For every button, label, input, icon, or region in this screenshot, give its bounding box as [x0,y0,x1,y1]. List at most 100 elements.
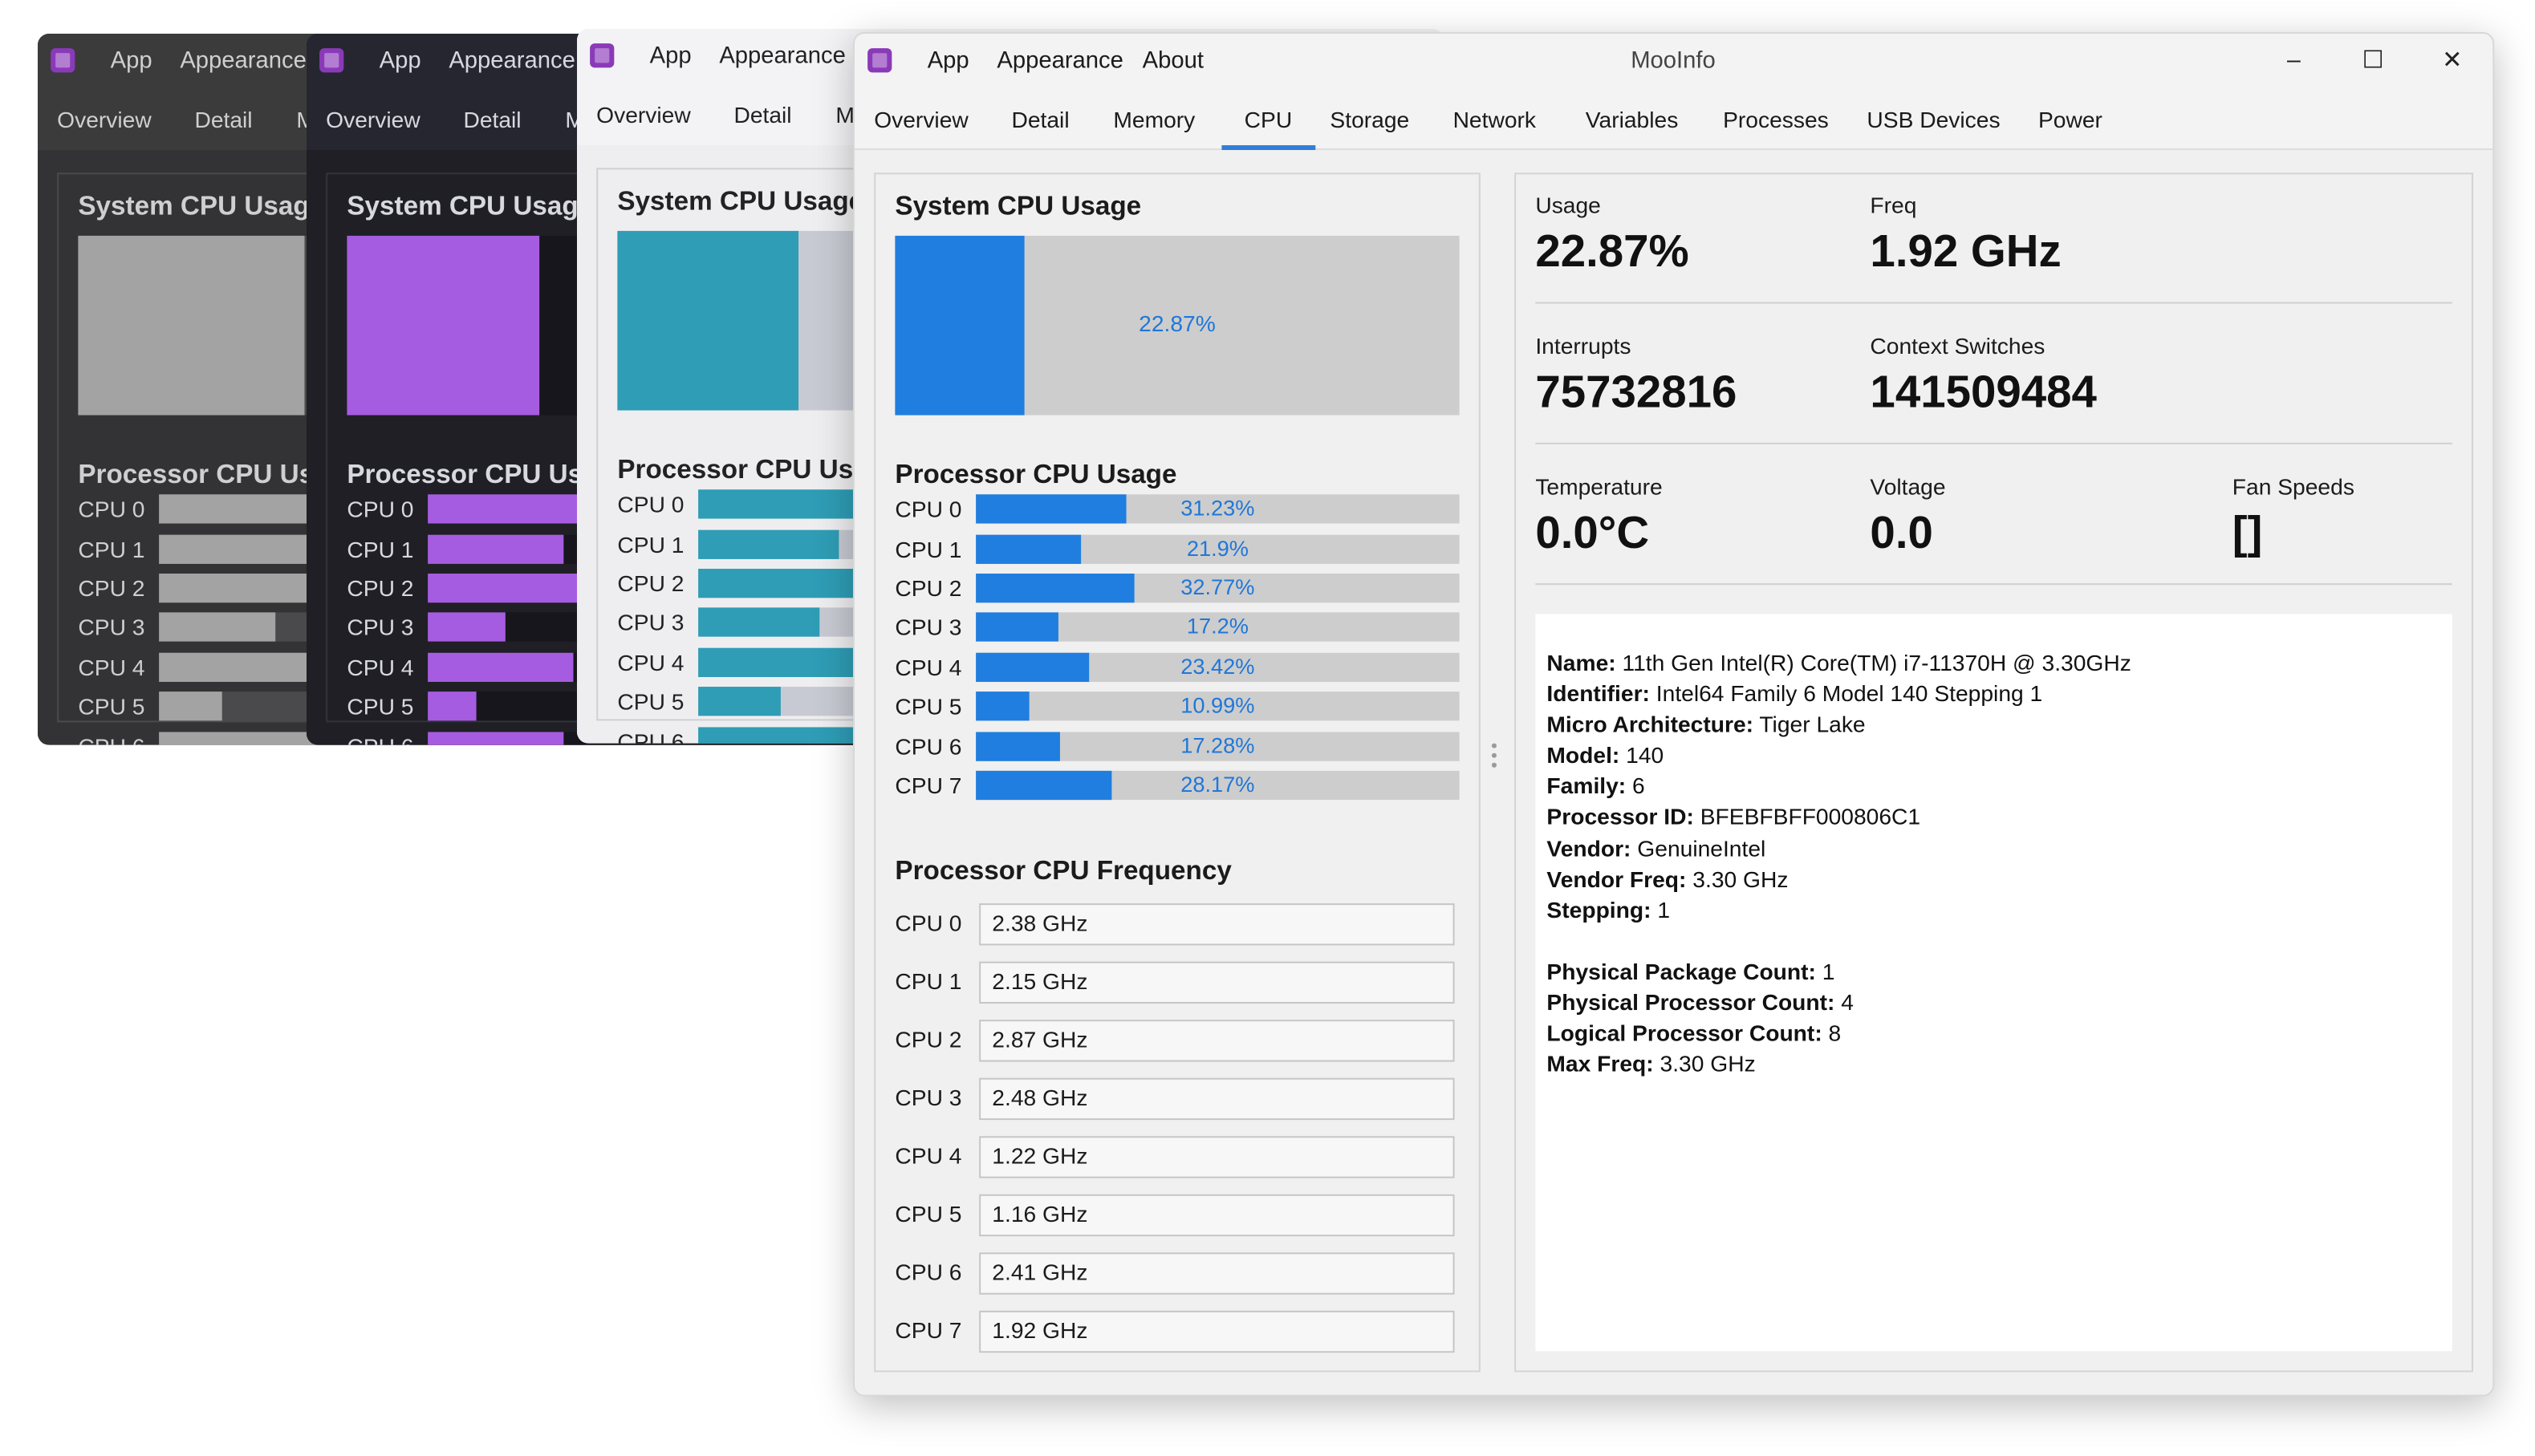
cpu-usage-row: CPU 5 10.99% [895,691,1460,721]
tab-overview[interactable]: Overview [326,107,420,132]
cpu-usage-row: CPU 2 32.77% [895,574,1460,603]
cpu-freq-label: CPU 5 [895,1200,962,1227]
info-key: Stepping: [1546,896,1651,923]
cpu-usage-label: CPU 5 [895,693,962,720]
title-bar[interactable]: App Appearance About MooInfo – ☐ ✕ [855,34,2493,91]
cpu-freq-field[interactable]: 2.41 GHz [979,1252,1455,1295]
menu-appearance[interactable]: Appearance [449,48,575,74]
cpu-usage-label: CPU 1 [895,536,962,562]
cpu-freq-label: CPU 0 [895,910,962,936]
minimize-icon[interactable]: – [2276,43,2311,79]
menu-app[interactable]: App [111,48,152,74]
cpu-usage-row: CPU 7 28.17% [895,770,1460,801]
info-value: BFEBFBFF000806C1 [1700,804,1921,830]
tab-processes[interactable]: Processes [1723,107,1829,132]
cpu-chip-icon [319,48,344,73]
menu-about[interactable]: About [1143,48,1204,74]
stat-interrupts: Interrupts 75732816 [1535,333,1737,419]
info-key: Physical Package Count: [1546,958,1816,984]
stat-temp: Temperature 0.0°C [1535,473,1662,559]
cpu-freq-field[interactable]: 1.92 GHz [979,1310,1455,1353]
info-line: Vendor: GenuineIntel [1546,833,2440,864]
cpu-usage-bar: 10.99% [976,691,1460,721]
cpu-usage-value: 31.23% [1180,496,1255,521]
cpu-usage-label: CPU 6 [78,733,159,744]
menu-appearance[interactable]: Appearance [719,43,846,69]
menu-app[interactable]: App [650,43,692,69]
info-value: 3.30 GHz [1660,1050,1756,1077]
cpu-usage-label: CPU 3 [78,614,145,640]
cpu-usage-fill [428,612,506,642]
info-line: Model: 140 [1546,740,2440,771]
stat-freq-value: 1.92 GHz [1870,225,2062,277]
tab-detail[interactable]: Detail [194,107,252,132]
cpu-usage-fill [428,691,477,721]
info-key: Physical Processor Count: [1546,988,1835,1015]
tab-storage[interactable]: Storage [1330,107,1409,132]
cpu-usage-label: CPU 0 [347,496,414,522]
cpu-freq-row: CPU 6 2.41 GHz [895,1252,1460,1295]
cpu-usage-bar: 32.77% [976,574,1460,603]
cpu-usage-label: CPU 5 [617,688,685,715]
cpu-usage-row: CPU 0 31.23% [895,494,1460,524]
cpu-usage-row: CPU 4 23.42% [895,652,1460,683]
cpu-usage-bar: 17.2% [976,612,1460,642]
system-cpu-usage-fill [78,235,304,416]
cpu-freq-field[interactable]: 2.87 GHz [979,1020,1455,1062]
menu-app[interactable]: App [928,48,969,74]
cpu-freq-label: CPU 1 [895,967,962,994]
cpu-usage-value: 17.2% [1186,614,1249,639]
cpu-freq-row: CPU 2 2.87 GHz [895,1020,1460,1062]
system-cpu-usage-value: 22.87% [1139,310,1216,336]
panel-splitter[interactable] [1491,743,1498,776]
system-cpu-usage-fill [617,230,798,411]
tab-detail[interactable]: Detail [463,107,521,132]
menu-app[interactable]: App [380,48,421,74]
tab-detail[interactable]: Detail [733,102,791,128]
cpu-freq-field[interactable]: 1.22 GHz [979,1136,1455,1178]
stat-volt: Voltage 0.0 [1870,473,1945,559]
cpu-usage-label: CPU 4 [895,654,962,681]
stat-fan-value: [] [2232,507,2263,558]
close-icon[interactable]: ✕ [2435,43,2470,79]
cpu-usage-fill [428,534,563,564]
stat-usage-value: 22.87% [1535,225,1689,277]
tab-usb-devices[interactable]: USB Devices [1867,107,2000,132]
info-line: Physical Processor Count: 4 [1546,988,2440,1018]
cpu-freq-field[interactable]: 2.38 GHz [979,903,1455,946]
tab-memory[interactable]: Memory [1113,107,1195,132]
menu-appearance[interactable]: Appearance [180,48,307,74]
info-value: GenuineIntel [1637,834,1766,861]
info-key: Vendor: [1546,834,1631,861]
cpu-details-panel: Usage 22.87% Freq 1.92 GHz Interrupts 7573281… [1514,172,2474,1372]
cpu-freq-field[interactable]: 2.15 GHz [979,961,1455,1004]
info-value: 4 [1841,988,1855,1015]
info-key: Max Freq: [1546,1050,1654,1077]
stat-temp-value: 0.0°C [1535,507,1650,558]
cpu-usage-label: CPU 2 [617,570,685,597]
tab-variables[interactable]: Variables [1586,107,1679,132]
stat-ctx-value: 141509484 [1870,367,2097,417]
tab-power[interactable]: Power [2038,107,2102,132]
tab-overview[interactable]: Overview [57,107,152,132]
menu-appearance[interactable]: Appearance [997,48,1123,74]
cpu-usage-label: CPU 6 [895,733,962,760]
stat-interrupts-label: Interrupts [1535,332,1631,359]
tab-network[interactable]: Network [1453,107,1536,132]
cpu-freq-field[interactable]: 2.48 GHz [979,1077,1455,1121]
tab-cpu[interactable]: CPU [1221,107,1314,151]
info-line: Physical Package Count: 1 [1546,956,2440,987]
cpu-freq-field[interactable]: 1.16 GHz [979,1194,1455,1237]
stat-divider [1535,442,2452,444]
cpu-usage-label: CPU 2 [78,575,145,602]
cpu-freq-row: CPU 4 1.22 GHz [895,1136,1460,1178]
cpu-usage-fill [698,687,781,716]
tab-detail[interactable]: Detail [1011,107,1069,132]
stat-fan-label: Fan Speeds [2232,473,2354,500]
tab-overview[interactable]: Overview [596,102,691,128]
processor-cpu-usage-title: Processor CPU Usage [895,460,1177,490]
cpu-usage-bar: 23.42% [976,652,1460,683]
cpu-freq-row: CPU 5 1.16 GHz [895,1194,1460,1237]
maximize-icon[interactable]: ☐ [2355,43,2391,79]
tab-overview[interactable]: Overview [874,107,969,132]
